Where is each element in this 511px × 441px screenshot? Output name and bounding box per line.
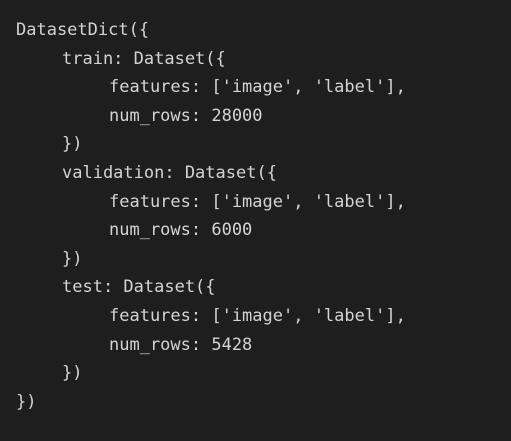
code-line-validation-close: }): [62, 248, 83, 269]
code-line-test-open: test: Dataset({: [62, 277, 216, 298]
code-line-test-num-rows: num_rows: 5428: [109, 334, 253, 355]
code-line-train-features: features: ['image', 'label'],: [109, 77, 406, 98]
code-line-datasetdict-open: DatasetDict({: [16, 20, 150, 40]
code-line-datasetdict-close: }): [16, 391, 37, 412]
code-line-test-features: features: ['image', 'label'],: [109, 305, 406, 326]
code-line-train-close: }): [62, 134, 83, 155]
code-line-train-num-rows: num_rows: 28000: [109, 105, 263, 126]
code-line-train-open: train: Dataset({: [62, 48, 226, 69]
code-output-panel: DatasetDict({ train: Dataset({ features:…: [0, 0, 511, 441]
code-line-test-close: }): [62, 363, 83, 384]
code-line-validation-open: validation: Dataset({: [62, 162, 277, 183]
code-line-validation-features: features: ['image', 'label'],: [109, 191, 406, 212]
code-line-validation-num-rows: num_rows: 6000: [109, 220, 253, 241]
